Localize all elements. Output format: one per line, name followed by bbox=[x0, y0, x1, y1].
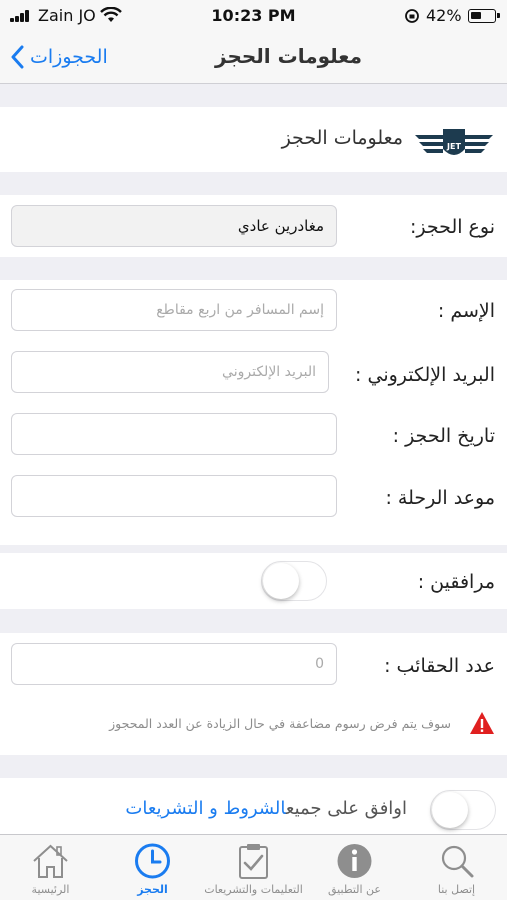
bags-label: عدد الحقائب : bbox=[384, 655, 495, 677]
tab-bar: إتصل بنا عن التطبيق التعليمات والتشريعات… bbox=[0, 834, 507, 900]
section-header: معلومات الحجز JET bbox=[0, 107, 507, 172]
companions-toggle[interactable] bbox=[261, 561, 327, 601]
trip-time-label: موعد الرحلة : bbox=[385, 487, 495, 509]
battery-percent: 42% bbox=[426, 6, 462, 25]
battery-icon bbox=[468, 9, 500, 23]
bags-section: عدد الحقائب : 0 سوف يتم فرض رسوم مضاعفة … bbox=[0, 633, 507, 755]
companions-row: مرافقين : bbox=[0, 553, 507, 609]
booking-type-row: نوع الحجز: مغادرين عادي bbox=[0, 195, 507, 257]
bags-input[interactable]: 0 bbox=[11, 643, 337, 685]
clipboard-check-icon bbox=[239, 844, 268, 879]
terms-toggle[interactable] bbox=[430, 790, 496, 830]
trip-time-input[interactable] bbox=[11, 475, 337, 517]
passenger-info-section: الإسم : إسم المسافر من اربع مقاطع البريد… bbox=[0, 280, 507, 545]
booking-type-field[interactable]: مغادرين عادي bbox=[11, 205, 337, 247]
page-title: معلومات الحجز bbox=[215, 44, 362, 68]
tab-about[interactable]: عن التطبيق bbox=[304, 835, 405, 900]
status-bar: Zain JO 10:23 PM 42% bbox=[0, 0, 507, 30]
companions-label: مرافقين : bbox=[417, 571, 495, 593]
bags-warning-text: سوف يتم فرض رسوم مضاعفة في حال الزيادة ع… bbox=[109, 716, 451, 731]
terms-text: اوافق على جميعالشروط و التشريعات bbox=[125, 798, 407, 819]
info-icon bbox=[337, 844, 372, 878]
home-icon bbox=[33, 844, 68, 878]
terms-row: اوافق على جميعالشروط و التشريعات bbox=[0, 778, 507, 834]
logo-text: JET bbox=[446, 142, 461, 151]
tab-home[interactable]: الرئيسية bbox=[0, 835, 101, 900]
terms-link[interactable]: الشروط و التشريعات bbox=[125, 798, 285, 819]
email-label: البريد الإلكتروني : bbox=[355, 364, 495, 386]
name-input[interactable]: إسم المسافر من اربع مقاطع bbox=[11, 289, 337, 331]
jet-logo: JET bbox=[415, 129, 493, 155]
tab-contact[interactable]: إتصل بنا bbox=[406, 835, 507, 900]
booking-type-label: نوع الحجز: bbox=[410, 216, 495, 238]
name-label: الإسم : bbox=[437, 300, 495, 322]
tab-booking-label: الحجز bbox=[137, 883, 168, 896]
navigation-bar: الحجوزات معلومات الحجز bbox=[0, 30, 507, 84]
booking-date-input[interactable] bbox=[11, 413, 337, 455]
search-icon bbox=[441, 845, 474, 878]
terms-prefix: اوافق على جميع bbox=[285, 798, 407, 819]
tab-home-label: الرئيسية bbox=[31, 883, 70, 896]
tab-instructions-label: التعليمات والتشريعات bbox=[204, 883, 303, 896]
tab-contact-label: إتصل بنا bbox=[437, 883, 476, 896]
tab-booking[interactable]: الحجز bbox=[102, 835, 203, 900]
section-title: معلومات الحجز bbox=[281, 127, 403, 149]
clock-icon bbox=[135, 843, 170, 879]
tab-instructions[interactable]: التعليمات والتشريعات bbox=[203, 835, 304, 900]
tab-about-label: عن التطبيق bbox=[328, 883, 381, 896]
email-input[interactable]: البريد الإلكتروني bbox=[11, 351, 329, 393]
rotation-lock-icon bbox=[405, 9, 419, 23]
warning-icon bbox=[470, 712, 494, 734]
booking-date-label: تاريخ الحجز : bbox=[392, 425, 495, 447]
